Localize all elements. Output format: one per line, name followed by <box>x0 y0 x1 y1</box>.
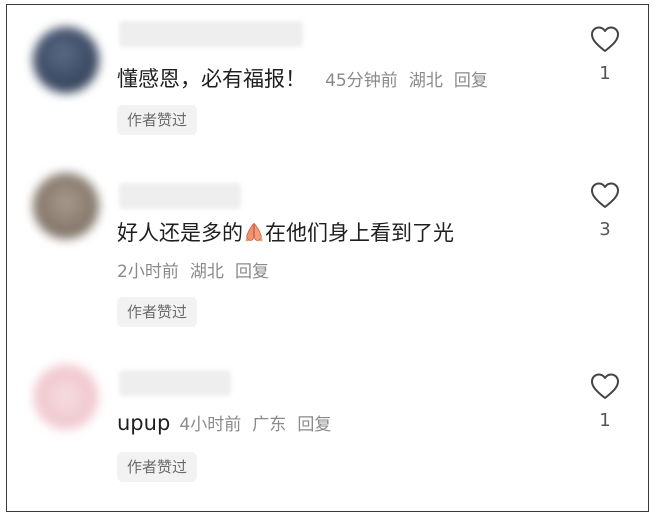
comment-line: upup 4小时前 广东 回复 <box>117 410 331 435</box>
comment-list: 懂感恩，必有福报！ 45分钟前 湖北 回复 作者赞过 1 好人还是多的 在他们身… <box>6 4 649 512</box>
heart-outline-icon[interactable] <box>590 25 620 53</box>
username-redacted[interactable] <box>119 370 231 396</box>
like-count: 1 <box>599 410 611 431</box>
reply-button[interactable]: 回复 <box>454 71 488 91</box>
comment-time: 45分钟前 <box>325 71 398 91</box>
comment-location: 湖北 <box>189 262 224 282</box>
folded-hands-emoji <box>245 222 263 242</box>
reply-button[interactable]: 回复 <box>235 262 269 282</box>
like-count: 3 <box>599 219 611 240</box>
heart-outline-icon[interactable] <box>590 181 620 209</box>
comment-time: 4小时前 <box>179 415 242 435</box>
heart-outline-icon[interactable] <box>590 372 620 400</box>
comment-text-continued: 在他们身上看到了光 <box>265 221 454 245</box>
like-control[interactable]: 1 <box>585 372 625 431</box>
avatar[interactable] <box>33 173 99 239</box>
comment-text: 好人还是多的 <box>117 221 243 245</box>
like-control[interactable]: 3 <box>585 181 625 240</box>
comment-meta: 2小时前 湖北 回复 <box>117 257 269 282</box>
like-control[interactable]: 1 <box>585 25 625 84</box>
comment-location: 广东 <box>252 415 287 435</box>
comment-time: 2小时前 <box>117 262 179 282</box>
comment-text: 懂感恩，必有福报！ <box>117 67 306 91</box>
avatar[interactable] <box>33 27 99 93</box>
reply-button[interactable]: 回复 <box>297 415 331 435</box>
comment-item: upup 4小时前 广东 回复 作者赞过 1 <box>7 350 648 510</box>
comment-line: 好人还是多的 在他们身上看到了光 <box>117 217 454 247</box>
author-liked-badge: 作者赞过 <box>117 297 198 327</box>
comment-item: 好人还是多的 在他们身上看到了光 2小时前 湖北 回复 作者赞过 3 <box>7 165 648 327</box>
author-liked-badge: 作者赞过 <box>117 105 198 135</box>
username-redacted[interactable] <box>119 183 241 209</box>
comment-location: 湖北 <box>408 71 443 91</box>
comment-item: 懂感恩，必有福报！ 45分钟前 湖北 回复 作者赞过 1 <box>7 5 648 165</box>
comment-text: upup <box>117 411 171 435</box>
author-liked-badge: 作者赞过 <box>117 452 198 482</box>
username-redacted[interactable] <box>119 21 303 47</box>
comment-line: 懂感恩，必有福报！ 45分钟前 湖北 回复 <box>117 63 488 93</box>
like-count: 1 <box>599 63 611 84</box>
avatar[interactable] <box>33 364 99 430</box>
